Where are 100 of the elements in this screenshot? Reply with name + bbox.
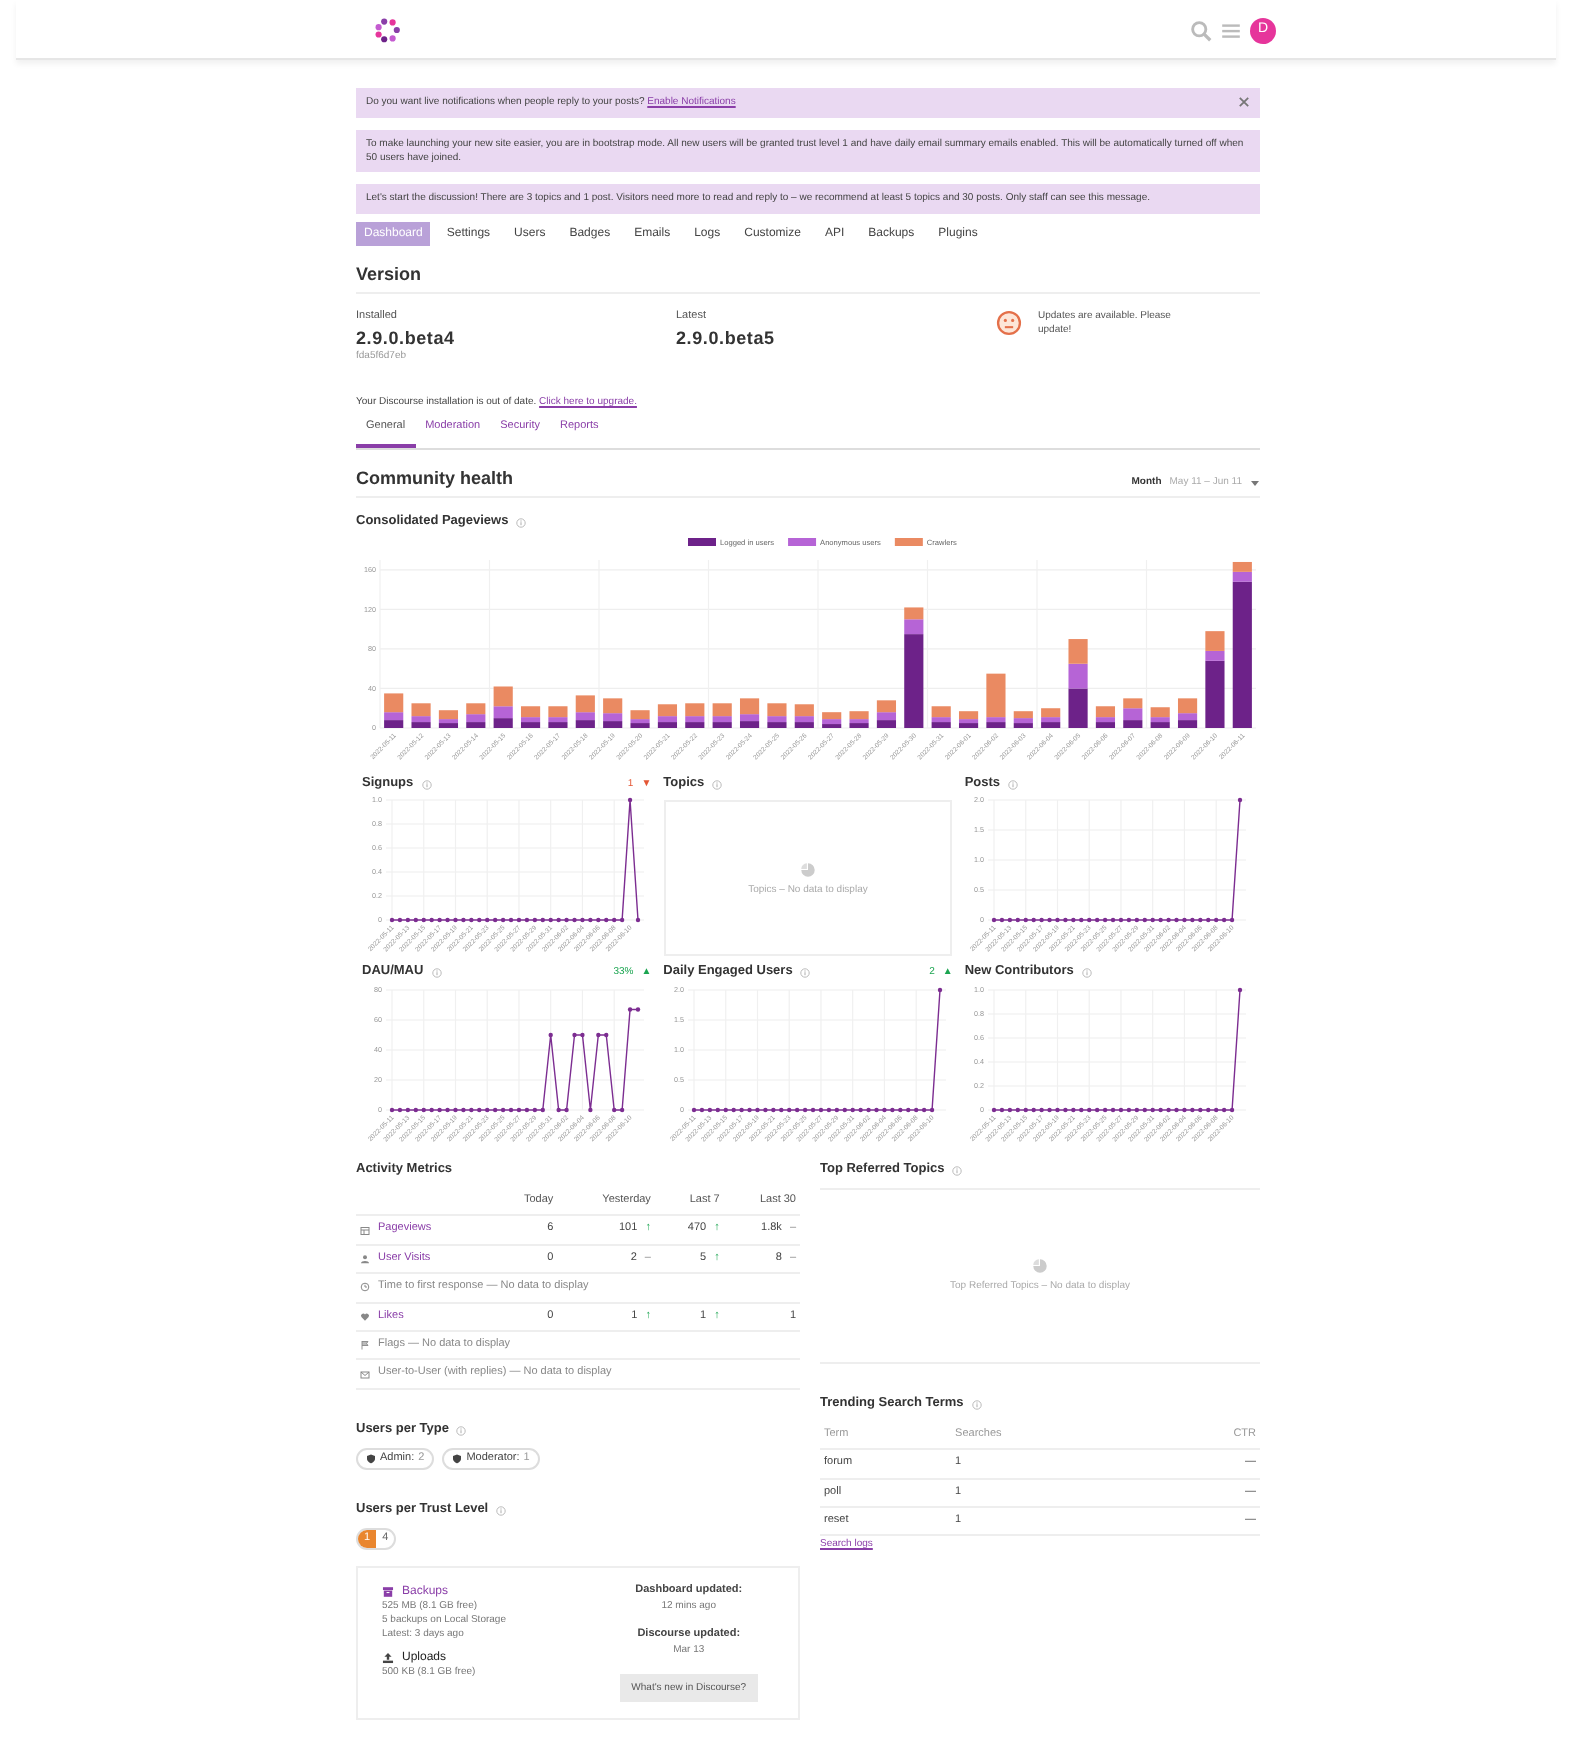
shield-icon xyxy=(452,1453,463,1464)
info-icon xyxy=(431,968,442,979)
info-icon xyxy=(800,968,811,979)
frown-face-icon xyxy=(996,310,1022,337)
data-point xyxy=(1008,1108,1013,1113)
data-point xyxy=(1000,1108,1005,1113)
data-point xyxy=(937,988,942,993)
data-point xyxy=(794,1108,799,1113)
menu-icon[interactable] xyxy=(1220,19,1242,41)
data-point xyxy=(1119,1108,1124,1113)
data-point xyxy=(1016,918,1021,923)
data-point xyxy=(580,918,585,923)
data-point xyxy=(572,918,577,923)
data-point xyxy=(445,1108,450,1113)
data-point xyxy=(1127,1108,1132,1113)
data-point xyxy=(564,918,569,923)
data-point xyxy=(1032,918,1037,923)
data-point xyxy=(548,1033,553,1038)
data-point xyxy=(1016,1108,1021,1113)
clock-icon xyxy=(360,1282,370,1293)
data-point xyxy=(1032,1108,1037,1113)
logo-icon[interactable] xyxy=(372,16,402,44)
data-point xyxy=(1222,918,1227,923)
data-point xyxy=(778,1108,783,1113)
data-point xyxy=(596,1033,601,1038)
data-point xyxy=(1230,918,1235,923)
data-point xyxy=(786,1108,791,1113)
user-icon xyxy=(360,1253,370,1264)
data-point xyxy=(437,918,442,923)
info-icon xyxy=(1081,968,1092,979)
data-point xyxy=(913,1108,918,1113)
info-icon xyxy=(456,1425,467,1436)
data-point xyxy=(596,918,601,923)
flag-icon xyxy=(360,1340,370,1351)
data-point xyxy=(1159,918,1164,923)
search-icon[interactable] xyxy=(1190,19,1212,41)
data-point xyxy=(1111,918,1116,923)
data-point xyxy=(635,918,641,923)
data-point xyxy=(905,1108,910,1113)
data-point xyxy=(1024,1108,1029,1113)
data-point xyxy=(1008,918,1013,923)
data-point xyxy=(604,1033,609,1038)
version-number: 2.9.0.beta5 xyxy=(676,325,777,350)
info-icon xyxy=(712,779,723,789)
data-point xyxy=(580,1033,585,1038)
data-point xyxy=(1143,1108,1148,1113)
data-point xyxy=(548,918,553,923)
data-point xyxy=(477,918,482,923)
envelope-icon xyxy=(360,1369,370,1380)
section-heading: Version xyxy=(356,262,1260,295)
data-point xyxy=(477,1108,482,1113)
data-point xyxy=(1222,1108,1227,1113)
data-point xyxy=(1151,1108,1156,1113)
data-point xyxy=(453,1108,458,1113)
data-point xyxy=(556,1108,561,1113)
data-point xyxy=(802,1108,807,1113)
data-point xyxy=(1151,918,1156,923)
data-point xyxy=(421,918,426,923)
data-point xyxy=(1238,798,1243,803)
info-icon xyxy=(516,517,527,528)
data-point xyxy=(992,918,997,923)
data-point xyxy=(699,1108,704,1113)
data-point xyxy=(762,1108,767,1113)
data-point xyxy=(1111,1108,1116,1113)
data-point xyxy=(604,918,609,923)
data-point xyxy=(469,918,474,923)
data-point xyxy=(461,918,466,923)
data-point xyxy=(469,1108,474,1113)
data-point xyxy=(1119,918,1124,923)
heart-icon xyxy=(360,1311,370,1322)
data-point xyxy=(588,918,593,923)
data-point xyxy=(1103,1108,1108,1113)
close-icon[interactable] xyxy=(1238,96,1250,108)
data-point xyxy=(564,1108,569,1113)
data-point xyxy=(1135,918,1140,923)
data-point xyxy=(453,918,458,923)
data-point xyxy=(929,1108,934,1113)
data-point xyxy=(556,918,561,923)
data-point xyxy=(897,1108,902,1113)
data-point xyxy=(1103,918,1108,923)
data-point xyxy=(1024,918,1029,923)
data-point xyxy=(1135,1108,1140,1113)
data-point xyxy=(1238,988,1243,993)
data-point xyxy=(1143,918,1148,923)
info-icon xyxy=(952,1166,963,1177)
archive-icon xyxy=(382,1586,394,1599)
shield-icon xyxy=(366,1453,376,1464)
data-point xyxy=(429,918,434,923)
info-icon xyxy=(496,1505,507,1516)
version-number: 2.9.0.beta4 xyxy=(356,325,457,350)
pie-chart-icon xyxy=(1032,1258,1048,1275)
pie-chart-icon xyxy=(799,861,816,878)
data-point xyxy=(588,1108,593,1113)
data-point xyxy=(1127,918,1132,923)
data-point xyxy=(421,1108,426,1113)
info-icon xyxy=(971,1399,982,1410)
info-icon xyxy=(421,779,432,789)
data-point xyxy=(437,1108,442,1113)
data-point xyxy=(818,1108,823,1113)
data-point xyxy=(889,1108,894,1113)
